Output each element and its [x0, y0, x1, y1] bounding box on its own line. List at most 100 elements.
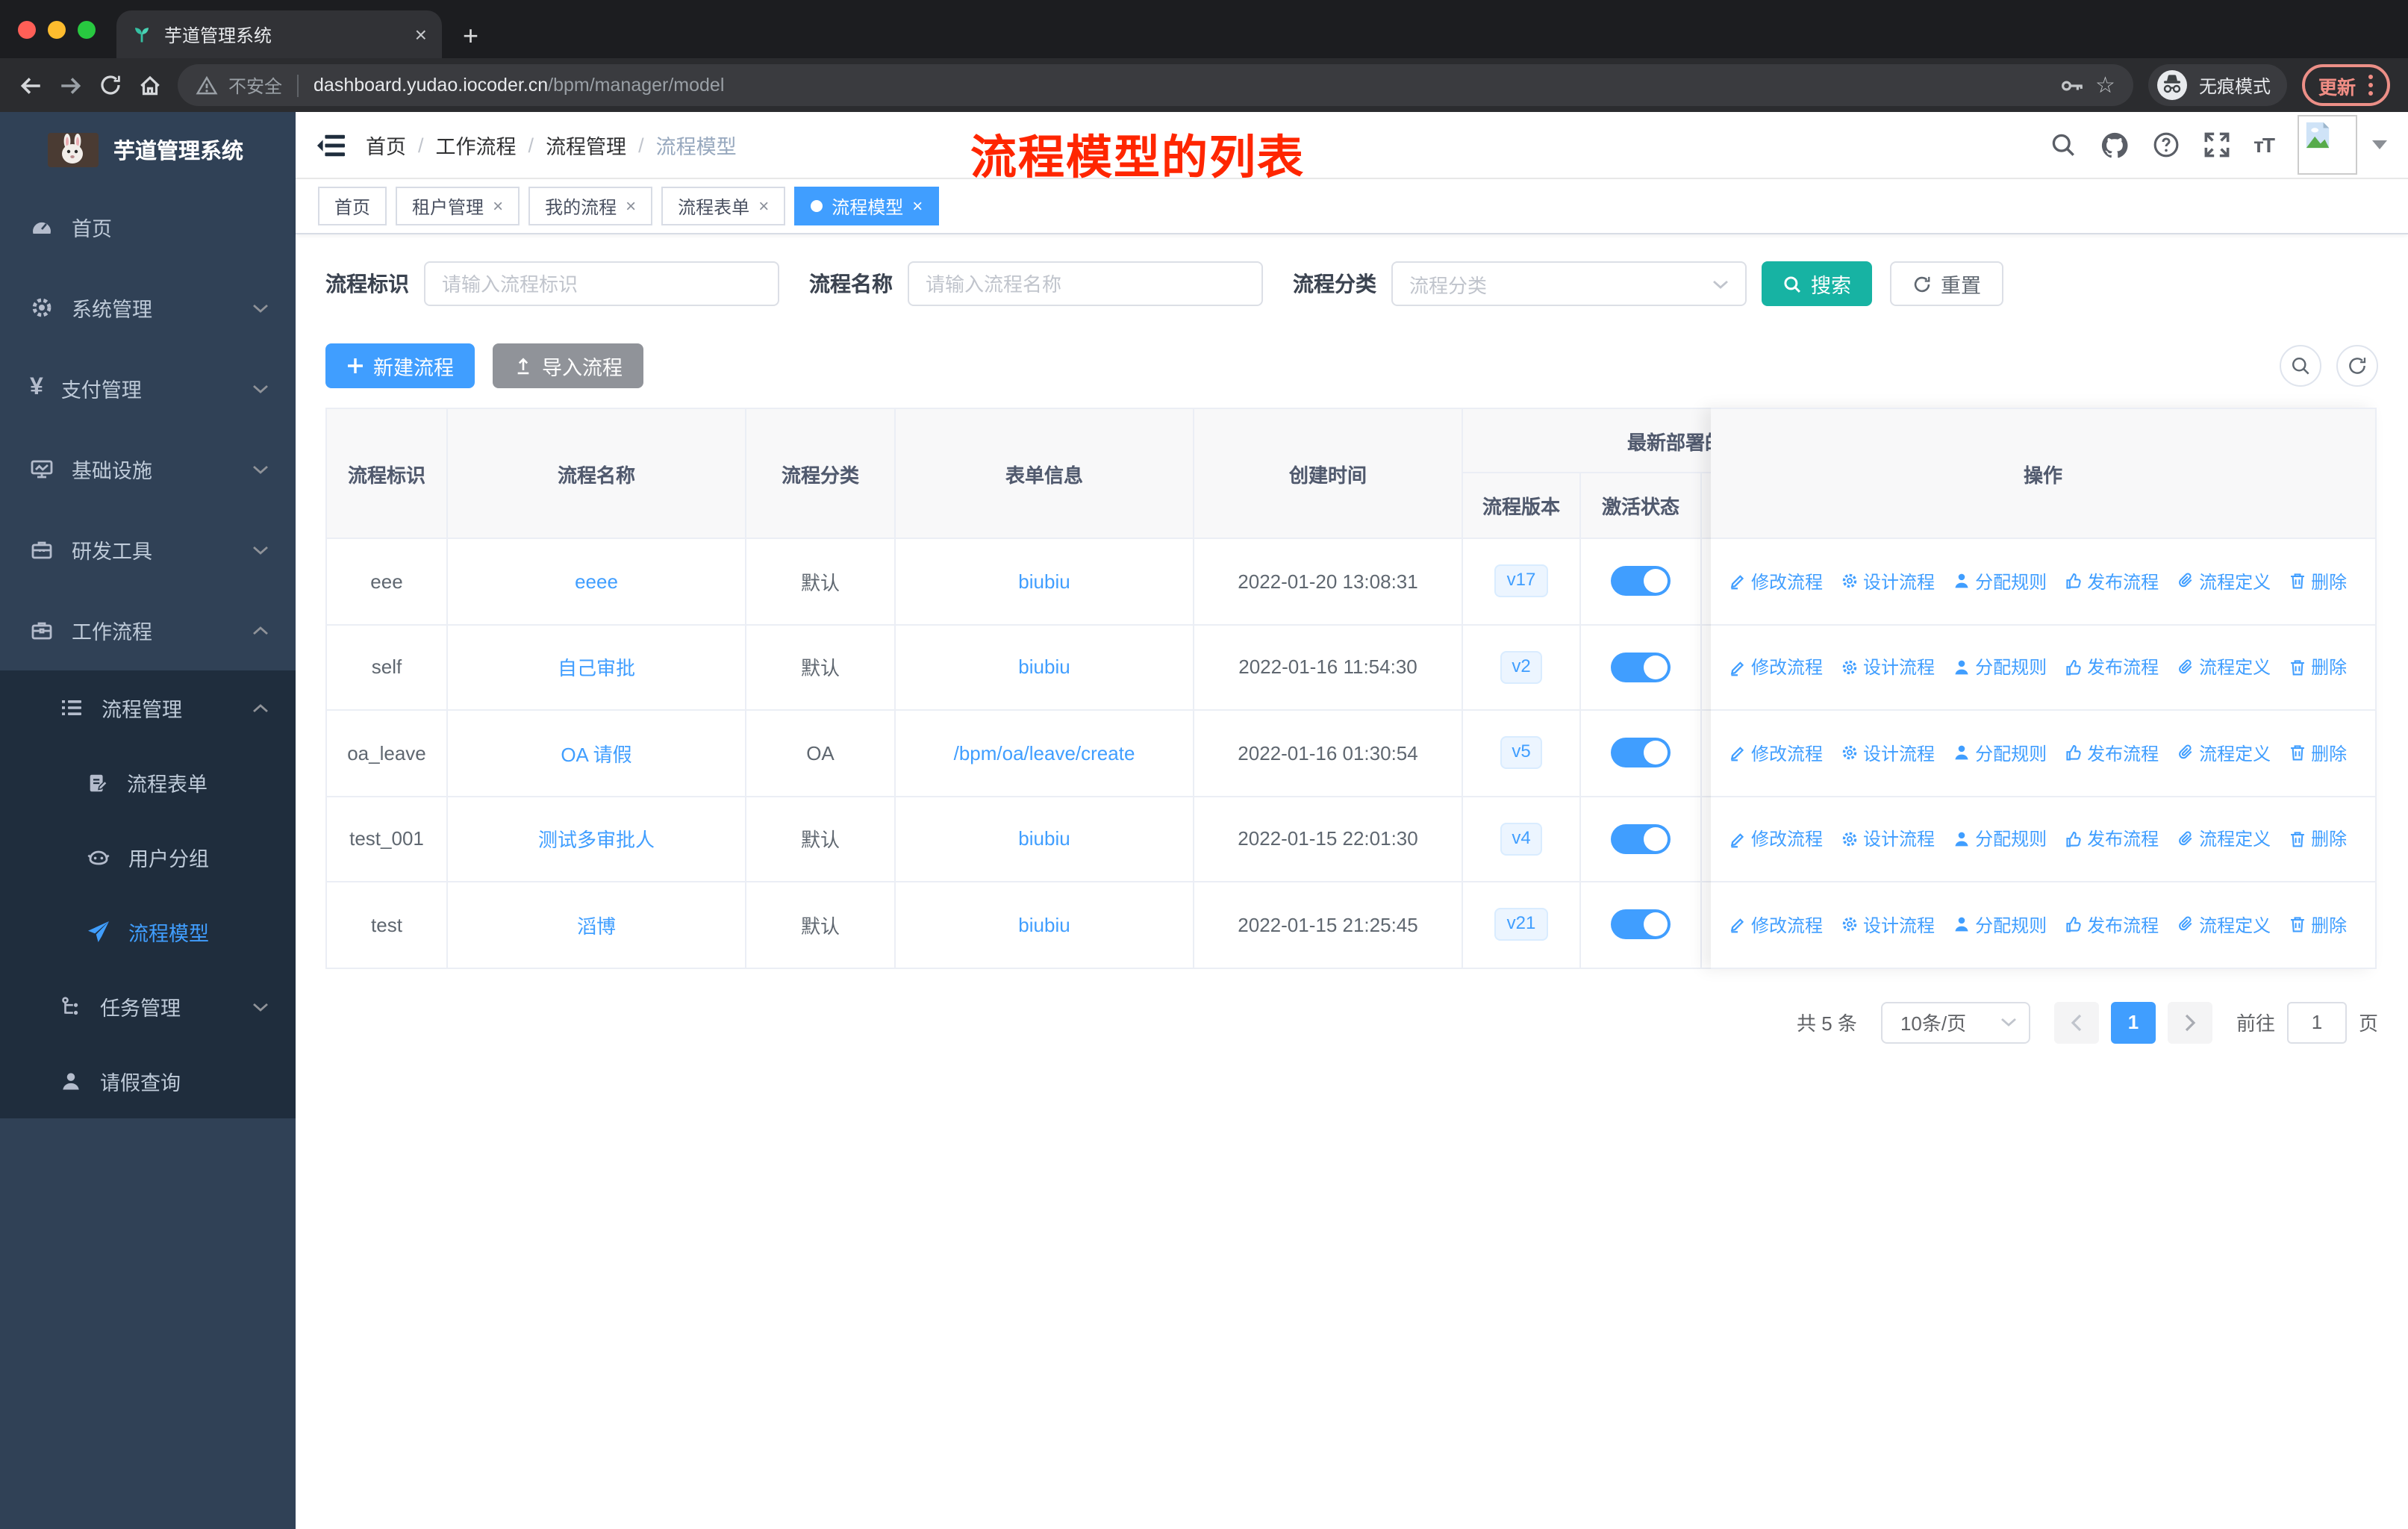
search-icon[interactable] — [2049, 131, 2076, 158]
edit-action[interactable]: 修改流程 — [1729, 655, 1823, 680]
user-action[interactable]: 分配规则 — [1953, 655, 2047, 680]
publish-action[interactable]: 发布流程 — [2065, 741, 2159, 766]
minimize-window-button[interactable] — [48, 20, 66, 38]
edit-action[interactable]: 修改流程 — [1729, 826, 1823, 852]
browser-tab[interactable]: 芋道管理系统 × — [116, 10, 442, 58]
tag-close-icon[interactable]: × — [493, 196, 503, 217]
trash-action[interactable]: 删除 — [2289, 912, 2347, 938]
sidebar-item-leave-query[interactable]: 请假查询 — [0, 1044, 296, 1118]
page-number-button[interactable]: 1 — [2110, 1001, 2156, 1043]
sidebar-item-infrastructure[interactable]: 基础设施 — [0, 429, 296, 509]
home-icon[interactable] — [137, 72, 163, 98]
category-select[interactable]: 流程分类 — [1391, 261, 1747, 306]
import-process-button[interactable]: 导入流程 — [493, 343, 643, 388]
breadcrumb-home[interactable]: 首页 — [366, 130, 406, 160]
url-bar[interactable]: 不安全 dashboard.yudao.iocoder.cn/bpm/manag… — [178, 64, 2133, 106]
user-action[interactable]: 分配规则 — [1953, 569, 2047, 594]
publish-action[interactable]: 发布流程 — [2065, 655, 2159, 680]
process-name-input[interactable] — [926, 273, 1245, 295]
trash-action[interactable]: 删除 — [2289, 826, 2347, 852]
attachment-action[interactable]: 流程定义 — [2177, 741, 2271, 766]
tag-close-icon[interactable]: × — [758, 196, 769, 217]
back-icon[interactable] — [18, 72, 43, 98]
forward-icon[interactable] — [58, 72, 84, 98]
publish-action[interactable]: 发布流程 — [2065, 912, 2159, 938]
sidebar-item-process-management[interactable]: 流程管理 — [0, 670, 296, 745]
attachment-action[interactable]: 流程定义 — [2177, 826, 2271, 852]
goto-page-input[interactable] — [2286, 1001, 2347, 1043]
avatar[interactable] — [2298, 115, 2357, 175]
sidebar-item-home[interactable]: 首页 — [0, 187, 296, 267]
trash-action[interactable]: 删除 — [2289, 741, 2347, 766]
version-badge[interactable]: v5 — [1500, 736, 1543, 770]
menu-dots-icon[interactable] — [2368, 73, 2374, 97]
active-toggle[interactable] — [1611, 909, 1671, 940]
bookmark-star-icon[interactable]: ☆ — [2095, 74, 2115, 96]
active-toggle[interactable] — [1611, 738, 1671, 768]
page-size-select[interactable]: 10条/页 — [1880, 1001, 2030, 1043]
sidebar-item-workflow[interactable]: 工作流程 — [0, 590, 296, 670]
sidebar-item-payment[interactable]: ¥ 支付管理 — [0, 348, 296, 429]
version-badge[interactable]: v2 — [1500, 650, 1543, 684]
form-link[interactable]: biubiu — [1018, 914, 1070, 936]
hamburger-collapse-icon[interactable] — [316, 132, 345, 158]
sidebar-item-system[interactable]: 系统管理 — [0, 267, 296, 348]
sidebar-logo[interactable]: 芋道管理系统 — [0, 112, 296, 187]
fullscreen-icon[interactable] — [2203, 131, 2230, 158]
tag-tenant[interactable]: 租户管理 × — [396, 187, 520, 225]
close-window-button[interactable] — [18, 20, 36, 38]
form-link[interactable]: /bpm/oa/leave/create — [954, 742, 1135, 764]
trash-action[interactable]: 删除 — [2289, 569, 2347, 594]
tag-home[interactable]: 首页 — [318, 187, 387, 225]
maximize-window-button[interactable] — [78, 20, 96, 38]
process-name-link[interactable]: eeee — [575, 570, 618, 593]
sidebar-item-task-management[interactable]: 任务管理 — [0, 969, 296, 1044]
active-toggle[interactable] — [1611, 652, 1671, 682]
design-action[interactable]: 设计流程 — [1841, 912, 1935, 938]
publish-action[interactable]: 发布流程 — [2065, 826, 2159, 852]
process-name-link[interactable]: 测试多审批人 — [538, 825, 655, 853]
design-action[interactable]: 设计流程 — [1841, 655, 1935, 680]
user-action[interactable]: 分配规则 — [1953, 741, 2047, 766]
toggle-search-button[interactable] — [2280, 345, 2321, 387]
version-badge[interactable]: v21 — [1494, 908, 1548, 941]
attachment-action[interactable]: 流程定义 — [2177, 569, 2271, 594]
next-page-button[interactable] — [2167, 1001, 2212, 1043]
sidebar-item-devtools[interactable]: 研发工具 — [0, 509, 296, 590]
version-badge[interactable]: v17 — [1494, 564, 1548, 598]
form-link[interactable]: biubiu — [1018, 656, 1070, 679]
user-action[interactable]: 分配规则 — [1953, 912, 2047, 938]
process-name-link[interactable]: 滔博 — [577, 911, 616, 939]
version-badge[interactable]: v4 — [1500, 822, 1543, 856]
caret-down-icon[interactable] — [2372, 140, 2387, 149]
active-toggle[interactable] — [1611, 566, 1671, 597]
tag-close-icon[interactable]: × — [626, 196, 636, 217]
process-name-link[interactable]: OA 请假 — [561, 739, 631, 767]
attachment-action[interactable]: 流程定义 — [2177, 912, 2271, 938]
user-action[interactable]: 分配规则 — [1953, 826, 2047, 852]
tag-process-form[interactable]: 流程表单 × — [661, 187, 786, 225]
design-action[interactable]: 设计流程 — [1841, 569, 1935, 594]
design-action[interactable]: 设计流程 — [1841, 826, 1935, 852]
process-name-link[interactable]: 自己审批 — [558, 653, 635, 682]
active-toggle[interactable] — [1611, 823, 1671, 854]
create-process-button[interactable]: 新建流程 — [325, 343, 475, 388]
tag-process-model[interactable]: 流程模型 × — [794, 187, 940, 225]
sidebar-item-user-group[interactable]: 用户分组 — [0, 820, 296, 894]
help-icon[interactable] — [2152, 131, 2179, 158]
publish-action[interactable]: 发布流程 — [2065, 569, 2159, 594]
update-button[interactable]: 更新 — [2301, 64, 2390, 106]
form-link[interactable]: biubiu — [1018, 570, 1070, 593]
form-link[interactable]: biubiu — [1018, 828, 1070, 850]
fontsize-icon[interactable]: ᴛT — [2253, 133, 2275, 157]
edit-action[interactable]: 修改流程 — [1729, 569, 1823, 594]
tab-close-icon[interactable]: × — [415, 24, 427, 45]
github-icon[interactable] — [2100, 131, 2128, 159]
process-id-input[interactable] — [442, 273, 761, 295]
attachment-action[interactable]: 流程定义 — [2177, 655, 2271, 680]
new-tab-button[interactable]: + — [463, 22, 478, 49]
tag-close-icon[interactable]: × — [912, 196, 923, 217]
reload-icon[interactable] — [99, 73, 122, 97]
search-button[interactable]: 搜索 — [1762, 261, 1872, 306]
prev-page-button[interactable] — [2053, 1001, 2099, 1043]
